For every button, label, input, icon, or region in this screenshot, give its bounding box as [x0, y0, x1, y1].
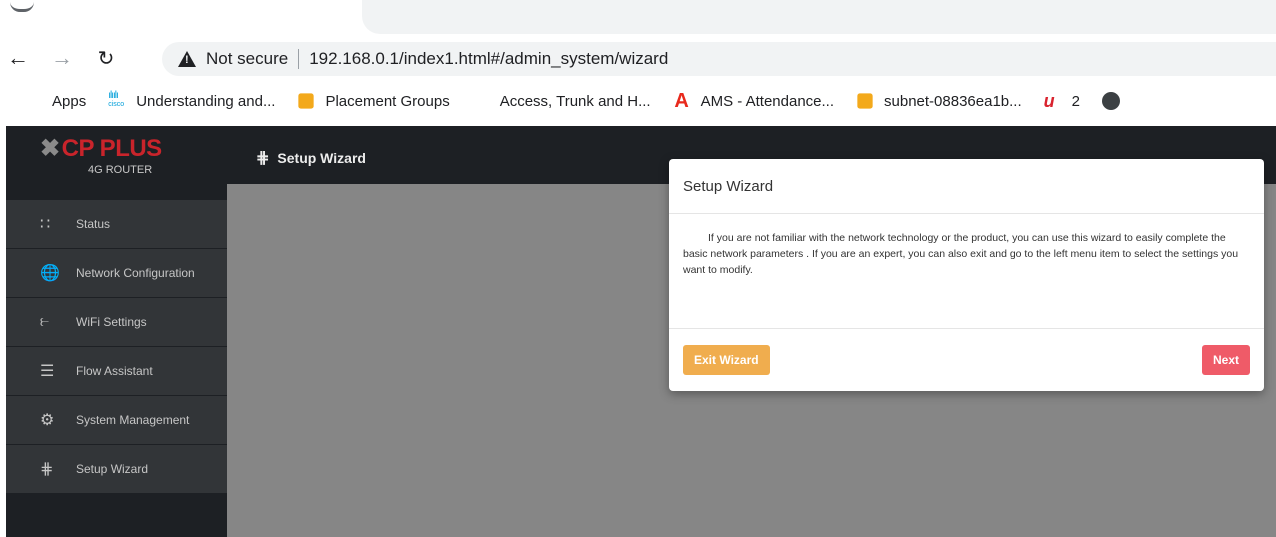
sidebar-item-label: Status — [76, 217, 111, 231]
sidebar-item-network-configuration[interactable]: 🌐 Network Configuration — [6, 249, 227, 297]
sidebar-item-label: System Management — [76, 413, 190, 427]
forward-icon[interactable]: → — [48, 44, 76, 72]
sidebar-item-label: Flow Assistant — [76, 364, 153, 378]
sidebar-item-system-management[interactable]: ⚙ System Management — [6, 396, 227, 444]
address-separator — [298, 49, 300, 69]
logo-mark-icon: ✖ — [40, 135, 60, 162]
modal-footer: Exit Wizard Next — [669, 329, 1264, 390]
bookmark-label: Apps — [52, 92, 87, 110]
bookmark-u-2[interactable]: u 2 — [1044, 92, 1080, 110]
bookmark-ams[interactable]: A AMS - Attendance... — [673, 90, 835, 112]
sidebar-item-setup-wizard[interactable]: ⋕ Setup Wizard — [6, 445, 227, 493]
globe-icon: 🌐 — [40, 265, 60, 282]
bookmark-label: Access, Trunk and H... — [499, 92, 651, 110]
ams-a-icon: A — [674, 90, 689, 112]
sidebar: ∷ Status 🌐 Network Configuration ⥼ WiFi … — [6, 184, 227, 537]
wizard-icon: ⋕ — [256, 150, 270, 167]
active-tab[interactable] — [362, 0, 1276, 34]
apps-grid-icon — [24, 92, 42, 110]
bookmark-label: Placement Groups — [325, 92, 450, 110]
bookmark-access-trunk[interactable]: Access, Trunk and H... — [472, 92, 651, 110]
bookmark-apps[interactable]: Apps — [24, 92, 86, 110]
sidebar-item-status[interactable]: ∷ Status — [6, 200, 227, 248]
gear-icon: ⚙ — [40, 412, 55, 429]
modal-title: Setup Wizard — [669, 159, 1264, 214]
aws-cube-icon — [857, 93, 873, 109]
warning-icon — [178, 51, 196, 67]
bookmarks-bar: Apps Understanding and... Placement Grou… — [0, 84, 1276, 118]
sidebar-item-label: Network Configuration — [76, 266, 195, 280]
logo-brand: ✖CP PLUS — [40, 135, 162, 162]
browser-toolbar: ← → ↻ Not secure 192.168.0.1/index1.html… — [0, 34, 1276, 84]
logo: ✖CP PLUS 4G ROUTER — [6, 126, 227, 184]
url-text[interactable]: 192.168.0.1/index1.html#/admin_system/wi… — [309, 49, 668, 69]
setup-wizard-modal: Setup Wizard If you are not familiar wit… — [669, 159, 1264, 391]
wizard-icon: ⋕ — [40, 461, 54, 478]
page-title: ⋕ Setup Wizard — [256, 148, 366, 168]
sliders-icon: ☰ — [40, 363, 55, 380]
next-button[interactable]: Next — [1201, 345, 1250, 375]
bookmark-subnet[interactable]: subnet-08836ea1b... — [856, 92, 1022, 110]
bookmark-label: 2 — [1071, 92, 1080, 110]
modal-body-text: If you are not familiar with the network… — [669, 214, 1264, 329]
back-icon[interactable]: ← — [4, 44, 32, 72]
sidebar-item-label: Setup Wizard — [76, 462, 149, 476]
security-label[interactable]: Not secure — [206, 49, 288, 69]
globe-icon — [1101, 92, 1120, 110]
bookmark-globe[interactable] — [1101, 92, 1130, 110]
aws-cube-icon — [298, 93, 315, 109]
bookmark-label: Understanding and... — [136, 92, 276, 110]
address-bar[interactable]: Not secure 192.168.0.1/index1.html#/admi… — [162, 42, 1276, 76]
bookmark-understanding[interactable]: Understanding and... — [108, 90, 276, 110]
browser-tab-strip — [0, 0, 1276, 34]
previous-tab[interactable] — [10, 0, 34, 12]
logo-subtitle: 4G ROUTER — [88, 164, 153, 176]
reload-icon[interactable]: ↻ — [92, 44, 120, 72]
wifi-icon: ⥼ — [40, 313, 50, 330]
u-logo-icon: u — [1043, 91, 1055, 111]
sidebar-item-wifi-settings[interactable]: ⥼ WiFi Settings — [6, 298, 227, 346]
bookmark-label: subnet-08836ea1b... — [884, 92, 1022, 110]
page-title-text: Setup Wizard — [277, 150, 366, 166]
bookmark-placement-groups[interactable]: Placement Groups — [297, 92, 450, 110]
sidebar-item-label: WiFi Settings — [76, 315, 147, 329]
cisco-icon — [108, 90, 126, 110]
grid-icon: ∷ — [40, 216, 51, 233]
sidebar-item-flow-assistant[interactable]: ☰ Flow Assistant — [6, 347, 227, 395]
exit-wizard-button[interactable]: Exit Wizard — [683, 345, 770, 375]
microsoft-icon — [472, 92, 490, 110]
bookmark-label: AMS - Attendance... — [700, 92, 835, 110]
